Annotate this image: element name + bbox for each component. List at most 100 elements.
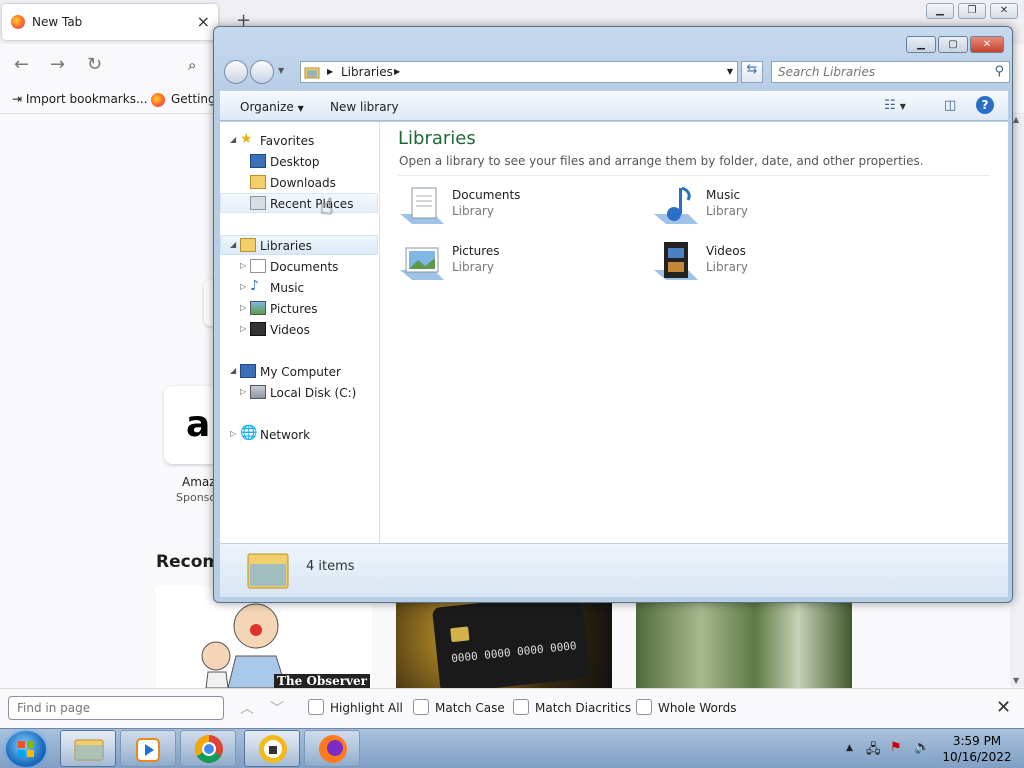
nav-downloads[interactable]: Downloads [220, 173, 378, 193]
network-tray-icon[interactable]: 🖧 [866, 740, 881, 762]
find-next-icon[interactable]: ﹀ [270, 698, 284, 718]
collapsed-arrow-icon[interactable]: ▷ [240, 387, 246, 396]
taskbar-chrome[interactable] [180, 730, 236, 767]
library-videos[interactable]: Videos Library [652, 240, 892, 288]
find-previous-icon[interactable]: ︿ [240, 698, 254, 718]
clock-time: 3:59 PM [952, 734, 1002, 748]
nav-my-computer[interactable]: ◢ My Computer [220, 362, 378, 382]
window-maximize-button[interactable]: ▢ [938, 36, 968, 53]
library-music[interactable]: Music Library [652, 184, 892, 232]
nav-favorites[interactable]: ◢ ★ Favorites [220, 131, 378, 151]
pictures-library-icon [400, 247, 444, 280]
documents-icon [250, 259, 266, 273]
firefox-icon [319, 735, 347, 763]
music-note-icon: ♪ [250, 278, 259, 294]
change-view-icon[interactable]: ☷ ▼ [884, 98, 906, 113]
search-icon[interactable]: ⚲ [994, 64, 1004, 79]
window-minimize-button[interactable]: ▁ [906, 36, 936, 53]
search-input[interactable] [778, 65, 978, 79]
nav-pictures[interactable]: ▷ Pictures [220, 299, 378, 319]
recent-pages-chevron-icon[interactable]: ▼ [278, 66, 284, 75]
details-pane: 4 items [220, 543, 1008, 597]
taskbar-explorer[interactable] [60, 730, 116, 767]
downloads-folder-icon [250, 175, 266, 189]
breadcrumb-libraries[interactable]: Libraries [341, 65, 393, 79]
tab-title: New Tab [32, 15, 83, 29]
taskbar-media-player[interactable] [120, 730, 176, 767]
search-box[interactable]: ⚲ [771, 61, 1010, 83]
videos-library-icon [654, 242, 698, 280]
address-dropdown-icon[interactable]: ▼ [727, 67, 733, 76]
back-arrow-icon[interactable]: ← [14, 54, 29, 75]
search-icon[interactable]: ⌕ [188, 56, 196, 74]
nav-network[interactable]: ▷ 🌐 Network [220, 425, 378, 445]
window-close-button[interactable]: ✕ [970, 36, 1004, 53]
expanded-arrow-icon[interactable]: ◢ [230, 135, 236, 144]
refresh-icon[interactable]: ⇆ [741, 61, 763, 83]
bookmark-import[interactable]: ⇥ Import bookmarks... [12, 92, 147, 106]
libraries-folder-icon [247, 553, 289, 589]
collapsed-arrow-icon[interactable]: ▷ [240, 282, 246, 291]
preview-pane-icon[interactable]: ◫ [944, 98, 956, 113]
forward-arrow-icon[interactable]: → [50, 54, 65, 75]
expanded-arrow-icon[interactable]: ◢ [230, 366, 236, 375]
organize-button[interactable]: Organize ▼ [240, 100, 304, 114]
clock-date: 10/16/2022 [942, 750, 1012, 764]
nav-libraries[interactable]: ◢ Libraries [220, 235, 378, 255]
whole-words-checkbox[interactable] [636, 699, 652, 715]
volume-icon[interactable]: 🔈 [914, 740, 930, 755]
bookmark-getting-started[interactable]: Getting [171, 92, 216, 106]
taskbar-firefox[interactable] [304, 730, 360, 767]
highlight-all-checkbox[interactable] [308, 699, 324, 715]
hard-drive-icon [250, 385, 266, 399]
nav-videos[interactable]: ▷ Videos [220, 320, 378, 340]
library-pictures[interactable]: Pictures Library [398, 240, 638, 288]
lock-app-icon [259, 735, 287, 763]
collapsed-arrow-icon[interactable]: ▷ [240, 261, 246, 270]
browser-tab-new-tab[interactable]: New Tab × [2, 4, 218, 40]
nav-recent-places[interactable]: Recent Places [220, 193, 378, 213]
match-case-checkbox[interactable] [413, 699, 429, 715]
item-count: 4 items [306, 559, 355, 574]
nav-local-disk[interactable]: ▷ Local Disk (C:) [220, 383, 378, 403]
nav-music[interactable]: ▷ ♪ Music [220, 278, 378, 298]
start-button[interactable] [6, 731, 46, 767]
breadcrumb-arrow-icon[interactable]: ▶ [394, 67, 400, 76]
explorer-window: ▁ ▢ ✕ ▼ ▶ Libraries ▶ ▼ ⇆ ⚲ Organize ▼ N… [213, 26, 1013, 603]
new-library-button[interactable]: New library [330, 100, 399, 114]
browser-restore-button[interactable]: ❐ [958, 3, 986, 19]
network-globe-icon: 🌐 [240, 425, 258, 441]
help-icon[interactable]: ? [976, 96, 994, 114]
collapsed-arrow-icon[interactable]: ▷ [240, 303, 246, 312]
breadcrumb-arrow-icon[interactable]: ▶ [327, 67, 333, 76]
taskbar-app-lock[interactable] [244, 730, 300, 767]
tray-expand-icon[interactable]: ▲ [846, 743, 853, 753]
nav-documents[interactable]: ▷ Documents [220, 257, 378, 277]
hand-cursor-icon: ☝ [320, 195, 334, 220]
clock[interactable]: 3:59 PM 10/16/2022 [940, 733, 1014, 765]
find-in-page-input[interactable] [8, 696, 224, 720]
collapsed-arrow-icon[interactable]: ▷ [240, 324, 246, 333]
reload-icon[interactable]: ↻ [87, 54, 102, 75]
card-number: 0000 0000 0000 0000 [450, 639, 578, 666]
whole-words-label: Whole Words [658, 701, 737, 715]
library-documents[interactable]: Documents Library [398, 184, 638, 232]
expanded-arrow-icon[interactable]: ◢ [230, 240, 236, 249]
command-bar: Organize ▼ New library ☷ ▼ ◫ ? [220, 91, 1008, 121]
address-bar[interactable]: ▶ Libraries ▶ ▼ [300, 61, 738, 83]
match-diacritics-checkbox[interactable] [513, 699, 529, 715]
find-bar-close-icon[interactable]: ✕ [996, 697, 1011, 718]
libraries-icon [304, 67, 320, 79]
nav-desktop[interactable]: Desktop [220, 152, 378, 172]
film-icon [250, 322, 266, 336]
back-button[interactable] [224, 60, 248, 84]
windows-logo-icon [18, 741, 34, 757]
browser-close-button[interactable]: ✕ [990, 3, 1018, 19]
tab-close-icon[interactable]: × [197, 12, 210, 31]
action-center-icon[interactable]: ⚑ [890, 740, 902, 755]
browser-minimize-button[interactable]: ▁ [926, 3, 954, 19]
collapsed-arrow-icon[interactable]: ▷ [230, 429, 236, 438]
forward-button[interactable] [250, 60, 274, 84]
observer-logo: The Observer [274, 674, 370, 688]
sponsored-label: Sponso [176, 491, 217, 504]
